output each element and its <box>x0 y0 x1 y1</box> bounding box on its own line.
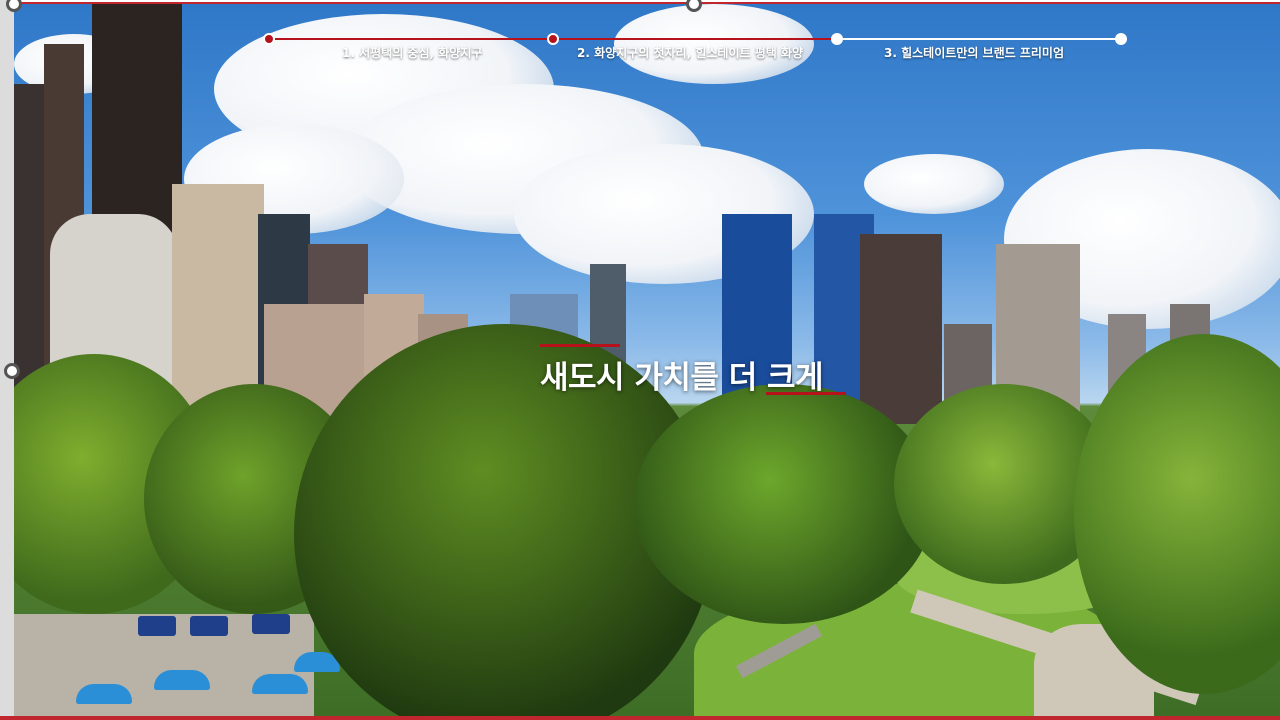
bench <box>190 616 228 636</box>
umbrella <box>154 670 210 690</box>
bench <box>252 614 290 634</box>
step-1-label[interactable]: 1. 서평택의 중심, 화양지구 <box>342 44 482 61</box>
section-progress-nav: 1. 서평택의 중심, 화양지구 2. 화양지구의 첫자리, 힐스테이트 평택 … <box>0 0 1280 80</box>
step-3-dot[interactable] <box>831 33 843 45</box>
resize-handle-middle-left[interactable] <box>4 363 20 379</box>
umbrella <box>76 684 132 704</box>
skyscraper <box>860 234 942 424</box>
bench <box>138 616 176 636</box>
headline-accent-line-bottom <box>766 392 846 395</box>
step-3-label[interactable]: 3. 힐스테이트만의 브랜드 프리미엄 <box>884 44 1064 61</box>
bottom-frame-border <box>0 716 1280 720</box>
headline-accent-line-top <box>540 344 620 347</box>
step-2-label[interactable]: 2. 화양지구의 첫자리, 힐스테이트 평택 화양 <box>577 44 803 61</box>
left-frame-margin <box>0 0 14 720</box>
umbrella <box>252 674 308 694</box>
tree-canopy <box>634 384 934 624</box>
hero-headline: 새도시 가치를 더 크게 <box>540 360 824 396</box>
cloud <box>864 154 1004 214</box>
track-end-dot <box>1115 33 1127 45</box>
step-2-dot[interactable] <box>547 33 559 45</box>
step-1-dot[interactable] <box>263 33 275 45</box>
